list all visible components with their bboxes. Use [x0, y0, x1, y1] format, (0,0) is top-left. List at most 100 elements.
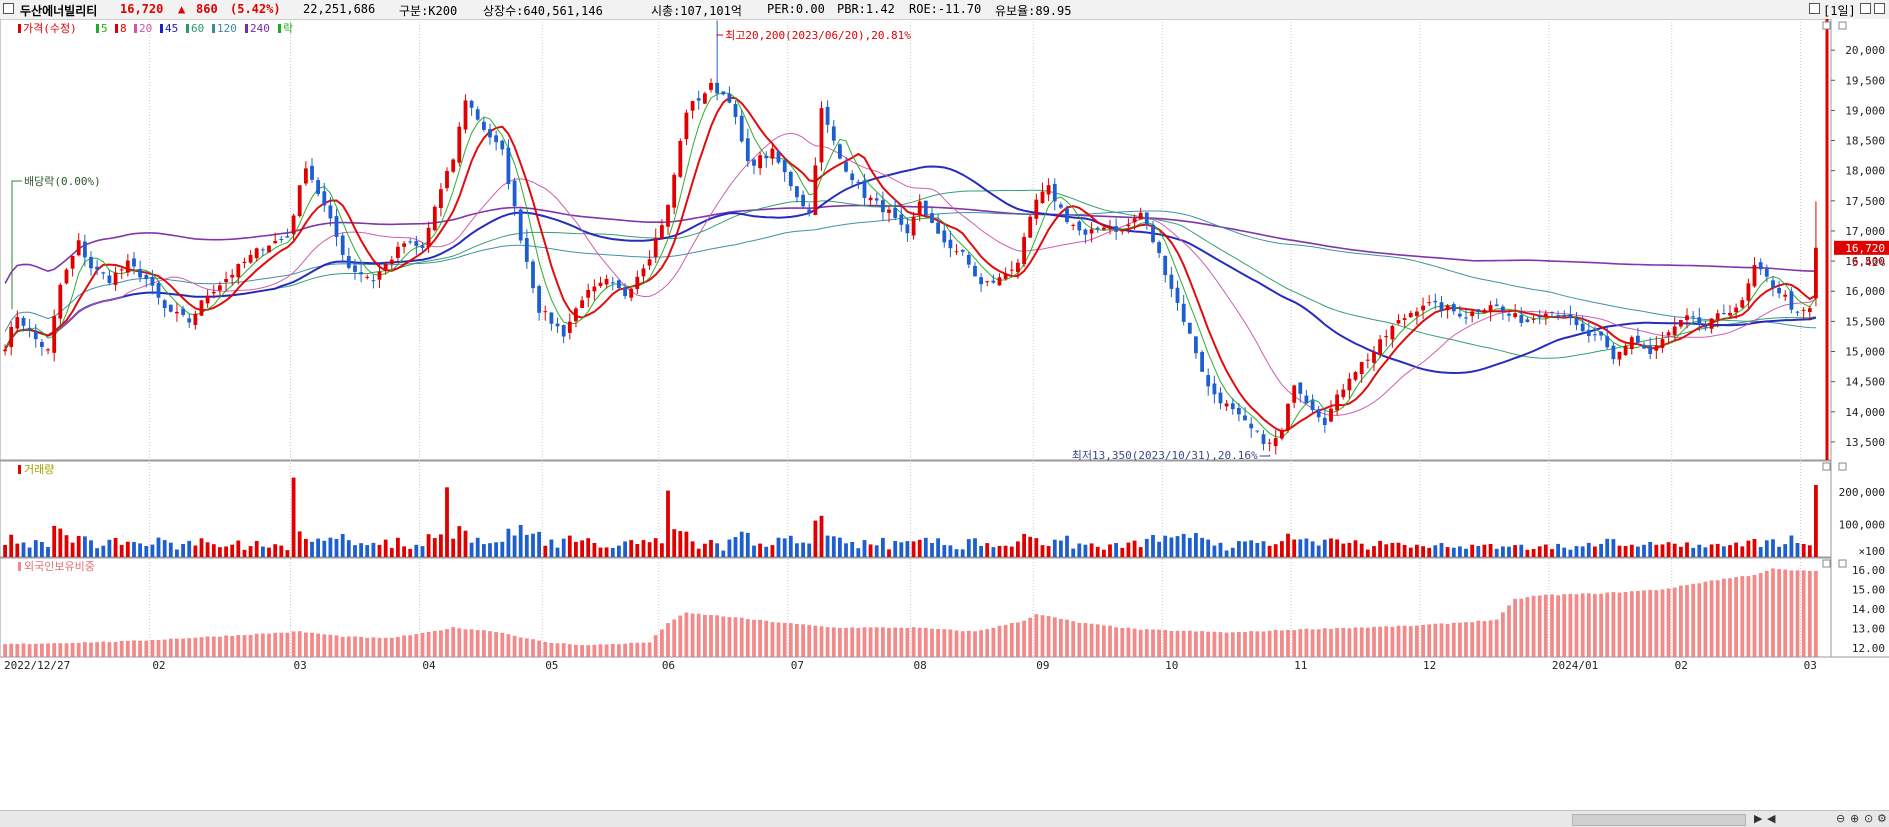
candle-body — [653, 238, 658, 257]
foreign-ownership-bar — [985, 629, 990, 657]
foreign-ownership-bar — [1034, 614, 1039, 657]
foreign-ownership-bar — [610, 644, 615, 657]
foreign-ownership-bar — [150, 640, 155, 657]
time-scrollbar[interactable]: ▶ ◀ ⊖ ⊕ ⊙ ⚙ — [0, 810, 1889, 827]
scrollbar-thumb[interactable] — [1572, 814, 1746, 826]
candle-body — [279, 239, 284, 240]
zoom-out-icon[interactable]: ⊖ — [1836, 812, 1845, 825]
foreign-ownership-bar — [592, 644, 597, 657]
candle-body — [942, 230, 947, 243]
maximize-icon[interactable] — [1874, 3, 1885, 14]
candle-body — [1249, 423, 1254, 429]
candle-body — [132, 258, 136, 267]
volume-bar — [727, 539, 732, 557]
candle-body — [1531, 318, 1536, 320]
volume-bar — [132, 542, 136, 557]
foreign-ownership-bar — [1009, 623, 1014, 657]
volume-bar — [1543, 544, 1548, 557]
stock-chart[interactable]: 20,000 19,500 19,000 18,500 18,000 17,500 17,0… — [0, 19, 1889, 810]
foreign-ownership-bar — [322, 634, 327, 657]
candle-body — [954, 251, 959, 253]
restore-icon[interactable] — [1809, 3, 1820, 14]
volume-bar — [1722, 546, 1726, 557]
candle-body — [874, 198, 879, 201]
volume-bar — [838, 537, 842, 557]
candle-body — [1599, 331, 1603, 336]
foreign-ownership-bar — [1108, 625, 1112, 657]
candle-body — [782, 160, 787, 173]
foreign-ownership-bar — [1187, 630, 1192, 657]
foreign-ownership-bar — [881, 627, 885, 657]
foreign-ownership-bar — [1488, 620, 1493, 657]
foreign-ownership-bar — [623, 643, 627, 657]
candle-body — [254, 248, 259, 259]
candle-body — [144, 275, 149, 280]
period-button[interactable]: [1일] — [1823, 2, 1856, 19]
foreign-ownership-bar — [1728, 578, 1732, 657]
volume-bar — [46, 547, 50, 557]
volume-bar — [1580, 546, 1585, 557]
volume-bar — [1009, 546, 1014, 557]
foreign-ownership-bar — [334, 635, 339, 657]
candle-body — [1396, 320, 1401, 324]
volume-bar — [592, 543, 597, 557]
candle-body — [46, 349, 50, 351]
foreign-ownership-bar — [340, 636, 345, 657]
foreign-ownership-bar — [1697, 583, 1702, 657]
candle-body — [684, 112, 689, 140]
candle-body — [3, 349, 7, 352]
foreign-tick-label: 13.00 — [1852, 623, 1885, 636]
foreign-ownership-bar — [457, 628, 462, 657]
foreign-ownership-bar — [46, 643, 50, 657]
settings-icon[interactable]: ⚙ — [1877, 812, 1887, 825]
foreign-ownership-bar — [893, 627, 898, 657]
checkbox-icon[interactable] — [3, 3, 14, 14]
foreign-ownership-bar — [660, 629, 664, 657]
volume-bar — [1568, 549, 1573, 557]
foreign-ownership-bar — [1052, 617, 1057, 657]
candle-body — [1494, 304, 1499, 307]
candle-body — [1586, 329, 1591, 336]
candle-body — [1138, 212, 1143, 220]
volume-bar — [1795, 543, 1800, 557]
volume-bar — [586, 538, 591, 557]
candle-body — [1777, 288, 1781, 294]
volume-bar — [1525, 549, 1530, 557]
volume-bar — [426, 534, 431, 557]
volume-bar — [365, 545, 370, 557]
volume-bar — [1347, 542, 1352, 557]
candle-body — [383, 263, 388, 270]
foreign-ownership-bar — [1451, 622, 1456, 657]
volume-bar — [1089, 543, 1094, 557]
candle-body — [285, 236, 290, 238]
volume-bar — [1083, 544, 1088, 557]
foreign-ownership-bar — [426, 631, 431, 657]
legend-swatch — [134, 24, 137, 33]
volume-bar — [402, 546, 406, 557]
candle-body — [1237, 408, 1241, 415]
foreign-ownership-bar — [1746, 576, 1751, 657]
panel-control-icon — [1838, 462, 1847, 471]
zoom-reset-icon[interactable]: ⊙ — [1864, 812, 1873, 825]
zoom-in-icon[interactable]: ⊕ — [1850, 812, 1859, 825]
volume-bar — [580, 540, 584, 557]
scroll-right-icon[interactable]: ▶ — [1754, 812, 1762, 825]
volume-bar — [254, 541, 259, 557]
volume-bar — [979, 545, 983, 557]
volume-bar — [408, 548, 413, 557]
foreign-ownership-bar — [230, 636, 235, 657]
foreign-ownership-bar — [1476, 620, 1481, 657]
volume-bar — [856, 548, 861, 557]
foreign-ownership-bar — [1144, 629, 1149, 657]
volume-bar — [1335, 539, 1339, 557]
minimize-icon[interactable] — [1860, 3, 1871, 14]
volume-bar — [119, 544, 124, 557]
volume-bar — [666, 490, 670, 557]
scroll-left-icon[interactable]: ◀ — [1767, 812, 1775, 825]
volume-bar — [641, 540, 646, 557]
candle-body — [721, 91, 726, 95]
volume-bar — [95, 548, 99, 557]
candle-body — [322, 191, 327, 206]
foreign-ownership-bar — [463, 629, 468, 657]
foreign-ownership-bar — [807, 625, 812, 657]
